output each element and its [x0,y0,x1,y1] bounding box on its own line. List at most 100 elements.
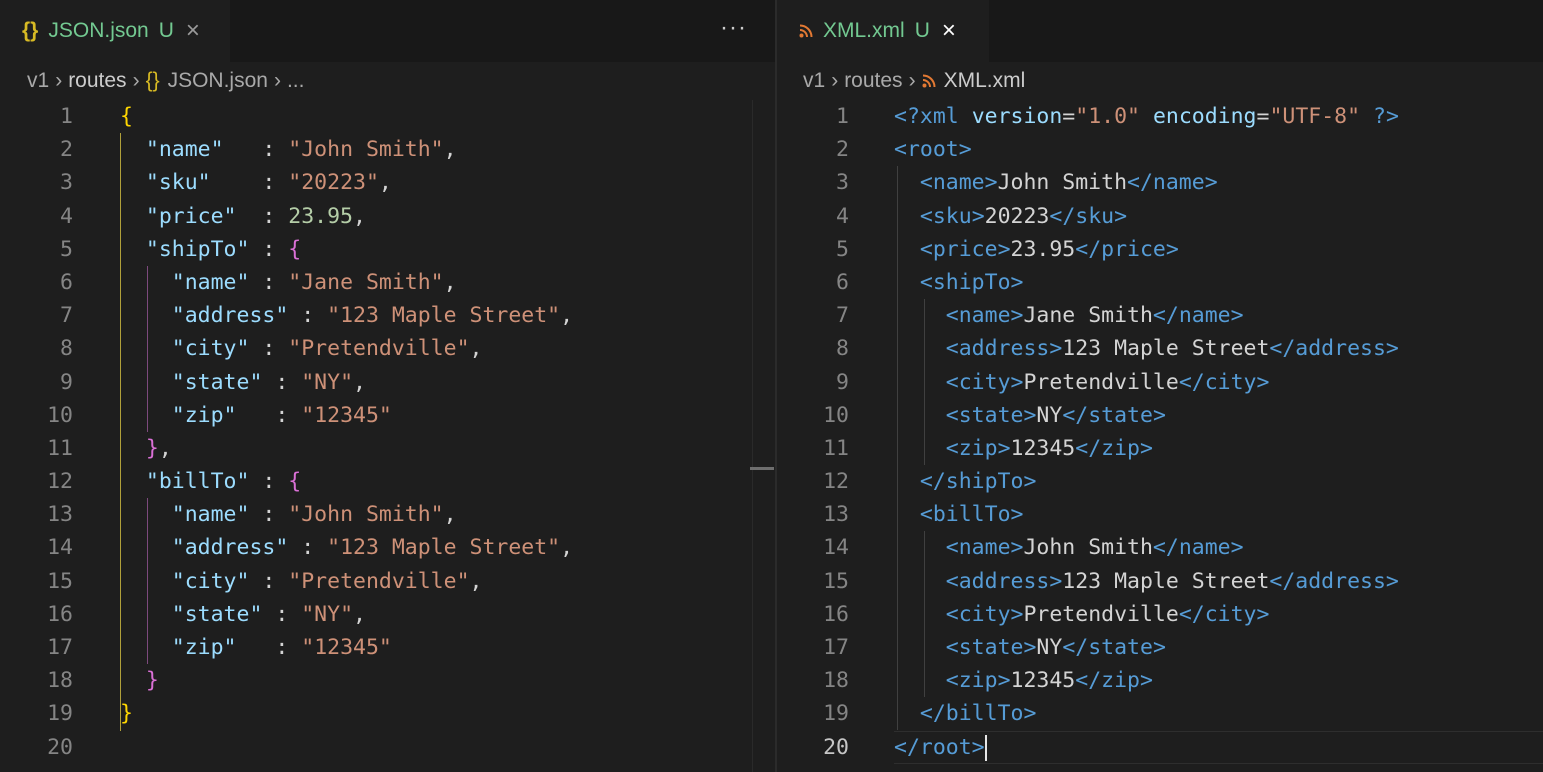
breadcrumb-item[interactable]: JSON.json [168,69,268,93]
code-token: 23.95 [1010,236,1076,262]
code-line[interactable]: 8 "city" : "Pretendville", [0,332,775,365]
line-number: 1 [836,104,849,129]
code-line[interactable]: 5 <price>23.95</price> [777,233,1543,266]
code-line[interactable]: 13 "name" : "John Smith", [0,498,775,531]
code-line[interactable]: 12 "billTo" : { [0,465,775,498]
code-token: "Pretendville" [288,568,470,594]
close-icon[interactable]: × [942,17,956,45]
code-token: , [158,435,172,461]
code-line[interactable]: 14 "address" : "123 Maple Street", [0,531,775,564]
code-token: < [919,203,933,229]
code-line[interactable]: 18 <zip>12345</zip> [777,664,1543,697]
code-line[interactable]: 5 "shipTo" : { [0,233,775,266]
code-line[interactable]: 15 <address>123 Maple Street</address> [777,565,1543,598]
breadcrumb-item[interactable]: ... [287,69,305,93]
code-line[interactable]: 16 <city>Pretendville</city> [777,598,1543,631]
code-line[interactable]: 17 <state>NY</state> [777,631,1543,664]
code-line[interactable]: 20 </root> [777,731,1543,764]
code-token: : [249,236,289,262]
line-number: 14 [823,535,849,561]
code-editor[interactable]: 1{2 "name" : "John Smith", 3 "sku" : "202… [0,100,775,764]
code-line[interactable]: 6 "name" : "Jane Smith", [0,266,775,299]
code-line[interactable]: 2 <root> [777,133,1543,166]
code-line[interactable]: 12 </shipTo> [777,465,1543,498]
line-number: 4 [836,203,849,229]
breadcrumb-item[interactable]: routes [844,69,902,93]
code-token: > [1230,303,1244,329]
code-token: "12345" [301,402,392,428]
untracked-badge: U [914,19,930,42]
code-line[interactable]: 7 <name>Jane Smith</name> [777,299,1543,332]
tab-xml[interactable]: XML.xml U × [777,0,989,62]
code-token: > [1204,170,1218,196]
code-line[interactable]: 11 <zip>12345</zip> [777,432,1543,465]
code-token: John Smith [997,170,1128,196]
code-line[interactable]: 10 "zip" : "12345" [0,399,775,432]
code-line[interactable]: 19} [0,697,775,730]
code-token: address [958,336,1050,362]
code-token: > [1256,601,1270,627]
code-line[interactable]: 4 <sku>20223</sku> [777,200,1543,233]
code-line[interactable]: 8 <address>123 Maple Street</address> [777,332,1543,365]
line-number: 15 [47,568,73,594]
code-token: } [145,435,159,461]
line-number: 11 [47,435,73,461]
code-line[interactable]: 2 "name" : "John Smith", [0,133,775,166]
code-token: < [919,269,933,295]
breadcrumb-item[interactable]: v1 [27,69,49,93]
code-line[interactable]: 6 <shipTo> [777,266,1543,299]
code-line[interactable]: 15 "city" : "Pretendville", [0,565,775,598]
breadcrumb-item[interactable]: XML.xml [944,69,1026,93]
code-token: zip [1101,435,1140,461]
code-line[interactable]: 16 "state" : "NY", [0,598,775,631]
code-line[interactable]: 11 }, [0,432,775,465]
scrollbar-slider[interactable] [750,467,774,470]
line-number: 20 [823,734,849,760]
code-line[interactable]: 17 "zip" : "12345" [0,631,775,664]
code-line[interactable]: 3 "sku" : "20223", [0,166,775,199]
line-content: "shipTo" : { [120,233,301,266]
code-line[interactable]: 18 } [0,664,775,697]
xml-file-icon [922,74,936,88]
code-token: > [1010,269,1024,295]
more-actions-icon[interactable]: ··· [720,14,747,42]
line-number: 10 [47,402,73,428]
code-line[interactable]: 7 "address" : "123 Maple Street", [0,299,775,332]
code-line[interactable]: 19 </billTo> [777,697,1543,730]
code-line[interactable]: 3 <name>John Smith</name> [777,166,1543,199]
code-token: 23.95 [288,203,354,229]
close-icon[interactable]: × [186,17,200,45]
line-content: "sku" : "20223", [120,166,392,199]
code-line[interactable]: 1 <?xml version="1.0" encoding="UTF-8" ?> [777,100,1543,133]
code-token: </ [1178,601,1205,627]
code-line[interactable]: 13 <billTo> [777,498,1543,531]
tab-bar: {} JSON.json U × ··· [0,0,775,62]
code-token: name [1178,535,1231,561]
tab-json[interactable]: {} JSON.json U × [0,0,230,62]
code-token: > [1023,469,1037,495]
code-editor[interactable]: 1 <?xml version="1.0" encoding="UTF-8" ?>… [777,100,1543,764]
breadcrumb-item[interactable]: routes [68,69,126,93]
code-token: price [932,236,998,262]
code-line[interactable]: 9 "state" : "NY", [0,366,775,399]
breadcrumb-item[interactable]: v1 [803,69,825,93]
code-line[interactable]: 14 <name>John Smith</name> [777,531,1543,564]
code-line[interactable]: 20 [0,731,775,764]
code-line[interactable]: 1{ [0,100,775,133]
code-line[interactable]: 4 "price" : 23.95, [0,200,775,233]
code-token: = [1256,104,1270,129]
code-token: xml [919,104,959,129]
line-content: "zip" : "12345" [120,399,392,432]
code-token: > [1010,369,1024,395]
code-line[interactable]: 10 <state>NY</state> [777,399,1543,432]
code-line[interactable]: 9 <city>Pretendville</city> [777,366,1543,399]
line-number: 8 [60,336,73,362]
code-token: > [997,668,1011,694]
line-number: 13 [823,502,849,528]
